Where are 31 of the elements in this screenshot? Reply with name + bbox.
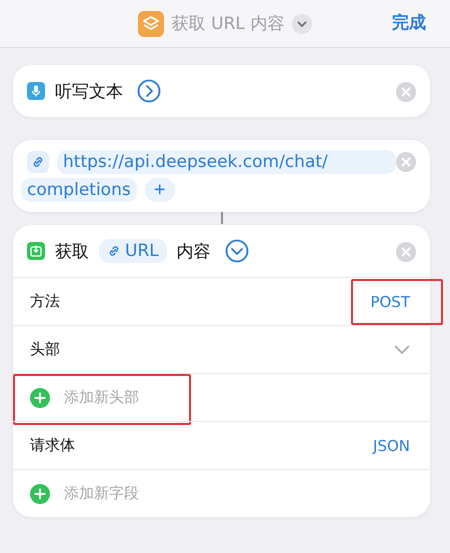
chevron-down-icon[interactable] — [394, 344, 410, 354]
add-row-label[interactable]: 添加新头部 — [64, 388, 139, 407]
add-row-label[interactable]: 添加新字段 — [64, 484, 139, 503]
parameter-label: 请求体 — [30, 436, 75, 455]
chevron-icon[interactable] — [137, 79, 161, 103]
close-icon[interactable] — [396, 242, 416, 262]
action-noun: 内容 — [176, 240, 211, 262]
parameter-label: 头部 — [30, 340, 60, 359]
parameter-value[interactable]: POST — [370, 292, 410, 310]
dropdown-chevron-icon[interactable] — [292, 14, 312, 34]
add-button[interactable]: + — [144, 178, 175, 202]
action-verb: 获取 — [55, 240, 89, 262]
url-text[interactable]: https://api.deepseek.com/chat/ — [57, 150, 396, 174]
link-icon — [27, 151, 49, 173]
expand-chevron-icon[interactable] — [224, 239, 249, 263]
done-button[interactable]: 完成 — [392, 11, 426, 34]
url-text[interactable]: completions — [21, 178, 137, 202]
close-icon[interactable] — [396, 82, 416, 102]
parameter-label: 方法 — [30, 292, 60, 311]
shortcut-title: 获取 URL 内容 — [172, 13, 284, 35]
download-icon — [27, 242, 45, 260]
url-token[interactable]: URL — [99, 239, 167, 263]
parameter-value[interactable]: JSON — [373, 436, 410, 454]
close-icon[interactable] — [396, 152, 416, 172]
microphone-icon — [27, 82, 45, 100]
link-icon — [107, 244, 121, 258]
layers-app-icon — [138, 10, 164, 36]
add-icon[interactable] — [30, 484, 50, 504]
add-icon[interactable] — [30, 388, 50, 408]
action-title: 听写文本 — [55, 80, 123, 102]
connector-line — [220, 212, 222, 224]
